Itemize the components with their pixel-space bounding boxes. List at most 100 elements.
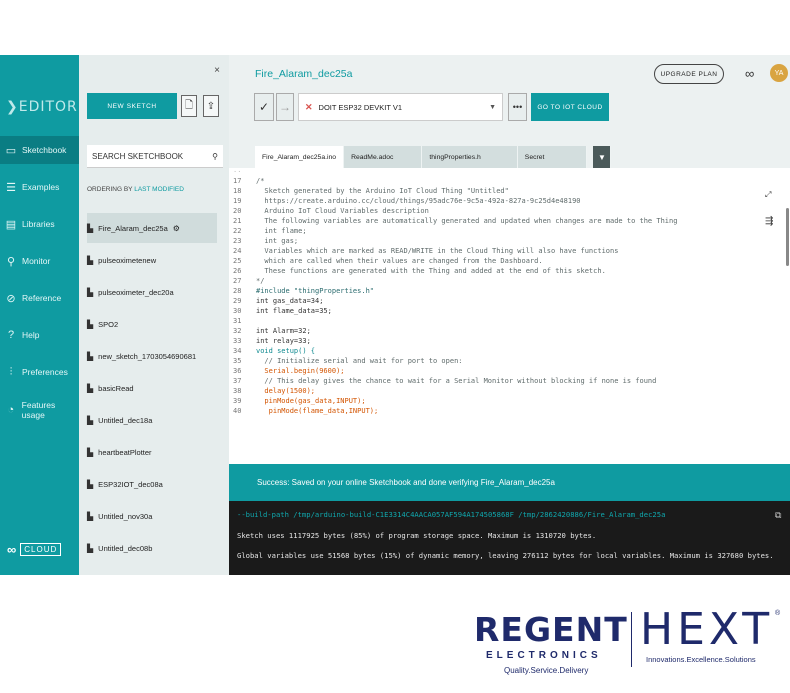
sketch-item[interactable]: ▙ basicRead <box>87 373 217 403</box>
search-icon: ⚲ <box>212 151 218 161</box>
line-number: 29 <box>233 297 242 305</box>
upgrade-plan-button[interactable]: UPGRADE PLAN <box>654 64 724 84</box>
arduino-cloud-logo: ∞ CLOUD <box>7 542 62 557</box>
registered-mark: ® <box>775 610 781 617</box>
new-sketch-button[interactable]: NEW SKETCH <box>87 93 177 119</box>
code-line: int gas_data=34; <box>256 297 324 305</box>
close-panel-icon[interactable]: × <box>214 65 220 76</box>
nav-item-libraries[interactable]: ▤ Libraries <box>0 210 79 238</box>
line-number: 30 <box>233 307 242 315</box>
search-placeholder: SEARCH SKETCHBOOK <box>92 151 184 161</box>
editor-scrollbar[interactable] <box>786 208 789 266</box>
line-number: 19 <box>233 197 242 205</box>
line-number: 23 <box>233 237 242 245</box>
tab-secret[interactable]: Secret <box>517 146 588 168</box>
sketch-name: Fire_Alaram_dec25a <box>98 223 168 233</box>
nav-label: Examples <box>22 182 60 192</box>
nav-label: Libraries <box>22 219 55 229</box>
sketch-item[interactable]: ▙ new_sketch_1703054690681 <box>87 341 217 371</box>
chevron-down-icon: ▼ <box>489 103 496 111</box>
code-line: #include "thingProperties.h" <box>256 287 375 295</box>
nav-item-sketchbook[interactable]: ▭ Sketchbook <box>0 136 79 164</box>
sketch-item[interactable]: ▙ pulseoximeter_dec20a <box>87 277 217 307</box>
libraries-icon: ▤ <box>5 218 17 231</box>
sketch-item[interactable]: ▙ Fire_Alaram_dec25a ⚙ <box>87 213 217 243</box>
go-to-iot-cloud-button[interactable]: GO TO IOT CLOUD <box>531 93 609 121</box>
tab-ino[interactable]: Fire_Alaram_dec25a.ino <box>255 146 345 168</box>
code-line: int relay=33; <box>256 337 311 345</box>
sketch-title[interactable]: Fire_Alaram_dec25a <box>255 68 352 80</box>
board-selector[interactable]: ✕ DOIT ESP32 DEVKIT V1 ▼ <box>298 93 503 121</box>
regent-wordmark: REGENT <box>474 610 628 649</box>
line-number: 39 <box>233 397 242 405</box>
new-file-icon[interactable]: 🗋 <box>181 95 197 117</box>
preferences-icon: ⫶ <box>9 365 13 378</box>
nav-item-features-usage[interactable]: ◔ Features usage <box>0 396 79 424</box>
nav-item-monitor[interactable]: ⚲ Monitor <box>0 247 79 275</box>
sketch-item[interactable]: ▙ SPO2 <box>87 309 217 339</box>
folder-icon: ▭ <box>5 144 17 157</box>
more-options-icon[interactable]: ••• <box>508 93 527 121</box>
monitor-icon: ⚲ <box>6 255 16 268</box>
code-line: int gas; <box>256 237 299 245</box>
ordering-label: ORDERING BY LAST MODIFIED <box>87 186 184 193</box>
sketch-item[interactable]: ▙ heartbeatPlotter <box>87 437 217 467</box>
nav-item-reference[interactable]: ⊘ Reference <box>0 284 79 312</box>
code-line: pinMode(gas_data,INPUT); <box>256 397 366 405</box>
line-number: 25 <box>233 257 242 265</box>
expand-icon[interactable]: ⤢ <box>765 190 771 200</box>
tab-thingproperties[interactable]: thingProperties.h <box>422 146 518 168</box>
tabs-dropdown-icon[interactable]: ▼ <box>593 146 612 168</box>
sketch-name: ESP32IOT_dec08a <box>98 479 163 489</box>
regent-tagline: Quality.Service.Delivery <box>504 666 589 675</box>
sketch-item[interactable]: ▙ Untitled_dec08b <box>87 533 217 563</box>
code-line: The following variables are automaticall… <box>256 217 678 225</box>
sketch-item[interactable]: ▙ ESP32IOT_dec08a <box>87 469 217 499</box>
help-icon: ? <box>7 329 15 341</box>
nav-item-preferences[interactable]: ⫶ Preferences <box>0 358 79 386</box>
line-number: 33 <box>233 337 242 345</box>
indent-icon[interactable]: ⇶ <box>765 216 773 227</box>
file-icon: ▙ <box>87 511 94 521</box>
sketchbook-panel: × NEW SKETCH 🗋 ⇪ SEARCH SKETCHBOOK ⚲ ORD… <box>79 55 229 575</box>
nav-item-help[interactable]: ? Help <box>0 321 79 349</box>
code-line: int Alarm=32; <box>256 327 311 335</box>
sketch-item[interactable]: ▙ Untitled_nov30a <box>87 501 217 531</box>
search-sketchbook-input[interactable]: SEARCH SKETCHBOOK ⚲ <box>87 145 223 168</box>
editor-brand: ❯EDITOR <box>6 99 78 115</box>
verify-icon[interactable]: ✓ <box>254 93 274 121</box>
upload-arrow-icon[interactable]: → <box>276 93 294 121</box>
line-number: 22 <box>233 227 242 235</box>
code-editor[interactable]: .. 17 18 19 20 21 22 23 24 25 26 27 28 2… <box>229 168 790 464</box>
sketch-item[interactable]: ▙ Untitled_dec18a <box>87 405 217 435</box>
infinity-logo-icon: ∞ <box>7 542 17 557</box>
file-icon: ▙ <box>87 479 94 489</box>
board-name: DOIT ESP32 DEVKIT V1 <box>318 102 403 112</box>
fold-marker: .. <box>233 168 242 174</box>
tab-readme[interactable]: ReadMe.adoc <box>344 146 423 168</box>
nav-label: Reference <box>22 293 62 303</box>
nav-label: Features usage <box>21 400 56 420</box>
code-line: These functions are generated with the T… <box>256 267 606 275</box>
cloud-sync-icon[interactable]: ∞ <box>745 66 754 81</box>
nav-label: Monitor <box>22 256 51 266</box>
disconnected-icon: ✕ <box>305 101 313 112</box>
sketch-name: SPO2 <box>98 319 119 329</box>
avatar[interactable]: YA <box>770 64 788 82</box>
sketch-item[interactable]: ▙ pulseoximetenew <box>87 245 217 275</box>
code-line: int flame; <box>256 227 307 235</box>
sketch-name: Untitled_dec18a <box>98 415 153 425</box>
file-icon: ▙ <box>87 319 94 329</box>
settings-dot-icon[interactable]: ⚙ <box>173 224 180 233</box>
copy-icon[interactable]: ⧉ <box>775 511 781 521</box>
nav-item-examples[interactable]: ☰ Examples <box>0 173 79 201</box>
line-number: 17 <box>233 177 242 185</box>
upload-icon[interactable]: ⇪ <box>203 95 219 117</box>
arduino-cloud-editor: ❯EDITOR ▭ Sketchbook ☰ Examples ▤ Librar… <box>0 55 790 575</box>
line-number: 28 <box>233 287 242 295</box>
nav-label: Sketchbook <box>22 145 67 155</box>
main-editor-area: Fire_Alaram_dec25a UPGRADE PLAN ∞ YA ✓ →… <box>229 55 790 575</box>
order-value[interactable]: LAST MODIFIED <box>134 186 184 193</box>
code-line: // Initialize serial and wait for port t… <box>256 357 463 365</box>
line-number: 31 <box>233 317 242 325</box>
